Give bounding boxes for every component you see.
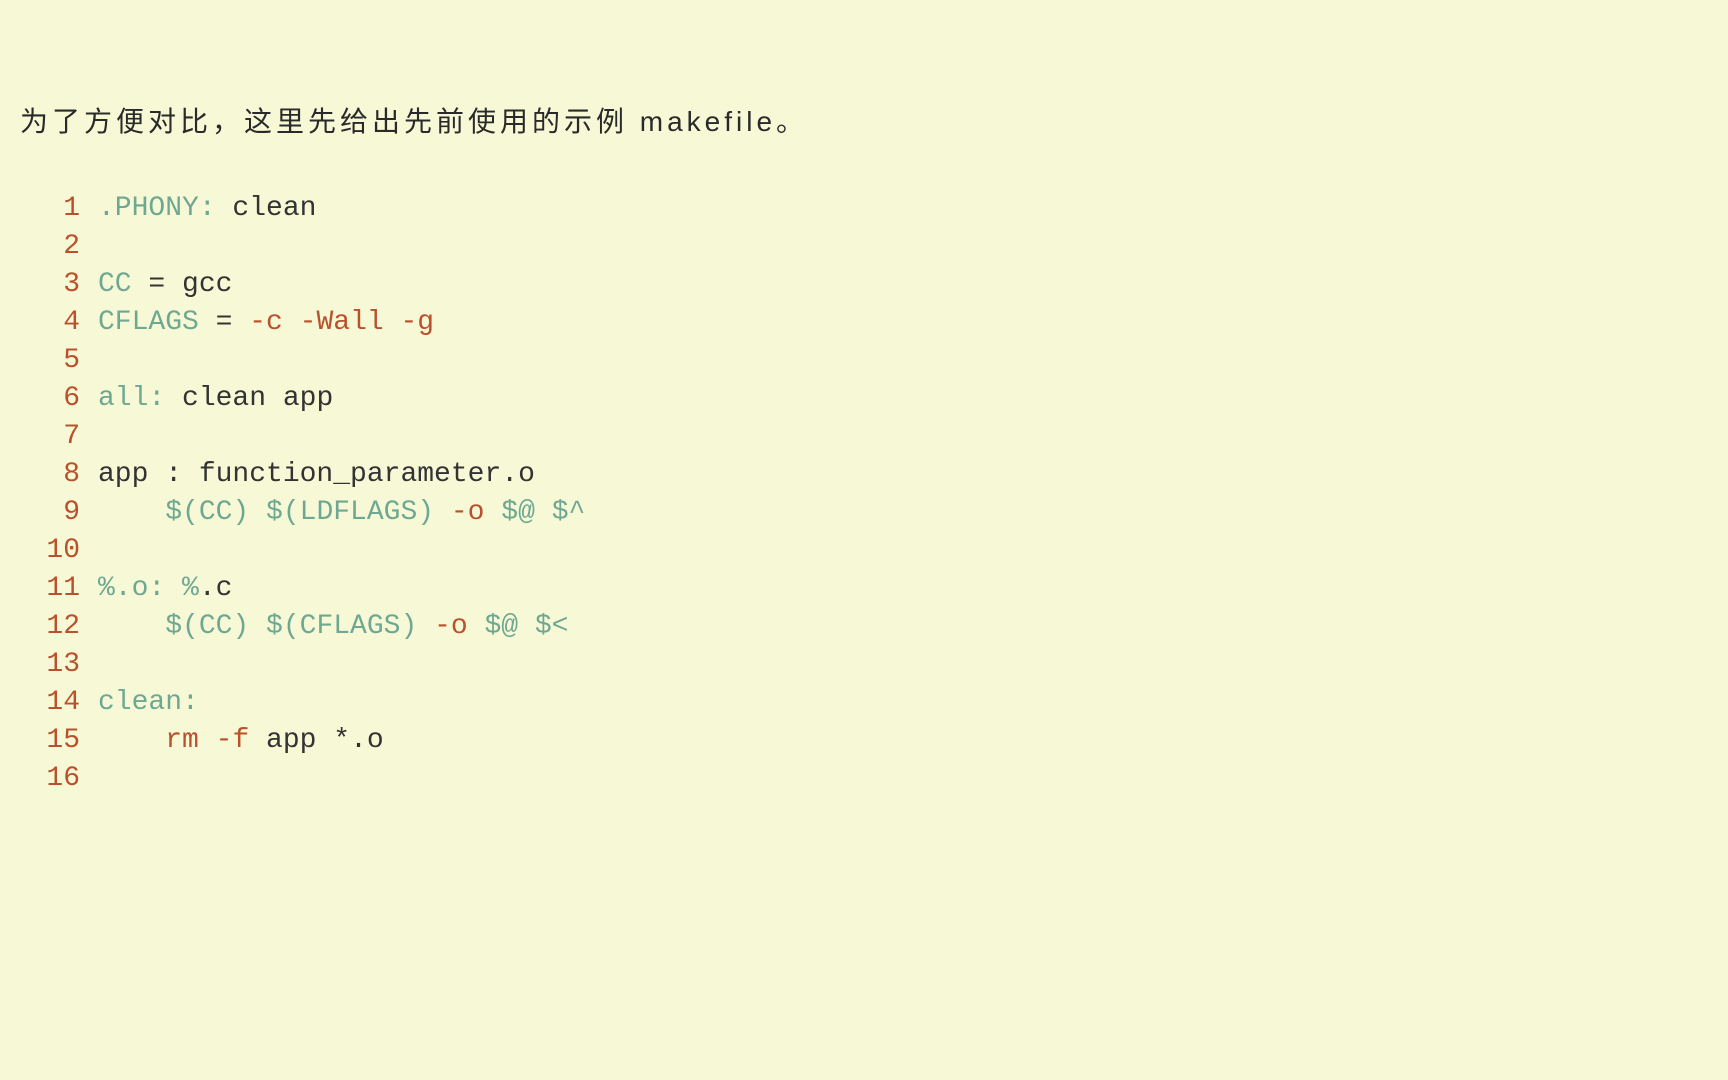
code-line: 8app : function_parameter.o (20, 456, 1708, 494)
line-number: 3 (20, 266, 98, 304)
line-number: 11 (20, 570, 98, 608)
code-token: -c -Wall -g (249, 307, 434, 338)
code-token: %.o: % (98, 573, 199, 604)
code-line: 11%.o: %.c (20, 570, 1708, 608)
code-block: 1.PHONY: clean23CC = gcc4CFLAGS = -c -Wa… (20, 190, 1708, 798)
code-token: .c (199, 573, 233, 604)
line-number: 9 (20, 494, 98, 532)
code-line: 14clean: (20, 684, 1708, 722)
code-line: 1.PHONY: clean (20, 190, 1708, 228)
intro-text: 为了方便对比，这里先给出先前使用的示例 makefile。 (20, 100, 1708, 140)
document-page: 为了方便对比，这里先给出先前使用的示例 makefile。 1.PHONY: c… (0, 0, 1728, 798)
code-token: $(CC) $(CFLAGS) (165, 611, 434, 642)
code-content: CFLAGS = -c -Wall -g (98, 304, 434, 342)
line-number: 14 (20, 684, 98, 722)
code-token: CFLAGS (98, 307, 199, 338)
code-token: -o (434, 611, 468, 642)
line-number: 7 (20, 418, 98, 456)
code-line: 9 $(CC) $(LDFLAGS) -o $@ $^ (20, 494, 1708, 532)
line-number: 6 (20, 380, 98, 418)
code-content: rm -f app *.o (98, 722, 384, 760)
code-line: 12 $(CC) $(CFLAGS) -o $@ $< (20, 608, 1708, 646)
code-token: = gcc (132, 269, 233, 300)
line-number: 1 (20, 190, 98, 228)
code-token: all: (98, 383, 165, 414)
code-token: .PHONY: (98, 193, 216, 224)
code-line: 6all: clean app (20, 380, 1708, 418)
code-line: 2 (20, 228, 1708, 266)
code-token (98, 725, 165, 756)
line-number: 5 (20, 342, 98, 380)
code-token: clean app (165, 383, 333, 414)
code-token: clean: (98, 687, 199, 718)
line-number: 12 (20, 608, 98, 646)
code-token: app *.o (249, 725, 383, 756)
code-token: CC (98, 269, 132, 300)
line-number: 2 (20, 228, 98, 266)
line-number: 4 (20, 304, 98, 342)
code-line: 3CC = gcc (20, 266, 1708, 304)
code-token (98, 497, 165, 528)
code-token: clean (216, 193, 317, 224)
code-line: 5 (20, 342, 1708, 380)
code-token: rm (165, 725, 215, 756)
code-token: $(CC) $(LDFLAGS) (165, 497, 451, 528)
code-content: CC = gcc (98, 266, 232, 304)
code-token: $@ $^ (484, 497, 585, 528)
line-number: 10 (20, 532, 98, 570)
code-line: 15 rm -f app *.o (20, 722, 1708, 760)
line-number: 16 (20, 760, 98, 798)
code-content: %.o: %.c (98, 570, 232, 608)
code-token: app : function_parameter.o (98, 459, 535, 490)
code-line: 4CFLAGS = -c -Wall -g (20, 304, 1708, 342)
code-content: all: clean app (98, 380, 333, 418)
code-line: 10 (20, 532, 1708, 570)
code-content: .PHONY: clean (98, 190, 316, 228)
code-line: 13 (20, 646, 1708, 684)
line-number: 8 (20, 456, 98, 494)
code-content: app : function_parameter.o (98, 456, 535, 494)
code-line: 16 (20, 760, 1708, 798)
code-content: $(CC) $(LDFLAGS) -o $@ $^ (98, 494, 585, 532)
code-token: $@ $< (468, 611, 569, 642)
code-token: = (199, 307, 249, 338)
code-token: -f (216, 725, 250, 756)
code-line: 7 (20, 418, 1708, 456)
code-content: clean: (98, 684, 199, 722)
line-number: 13 (20, 646, 98, 684)
line-number: 15 (20, 722, 98, 760)
code-token (98, 611, 165, 642)
code-token: -o (451, 497, 485, 528)
code-content: $(CC) $(CFLAGS) -o $@ $< (98, 608, 569, 646)
